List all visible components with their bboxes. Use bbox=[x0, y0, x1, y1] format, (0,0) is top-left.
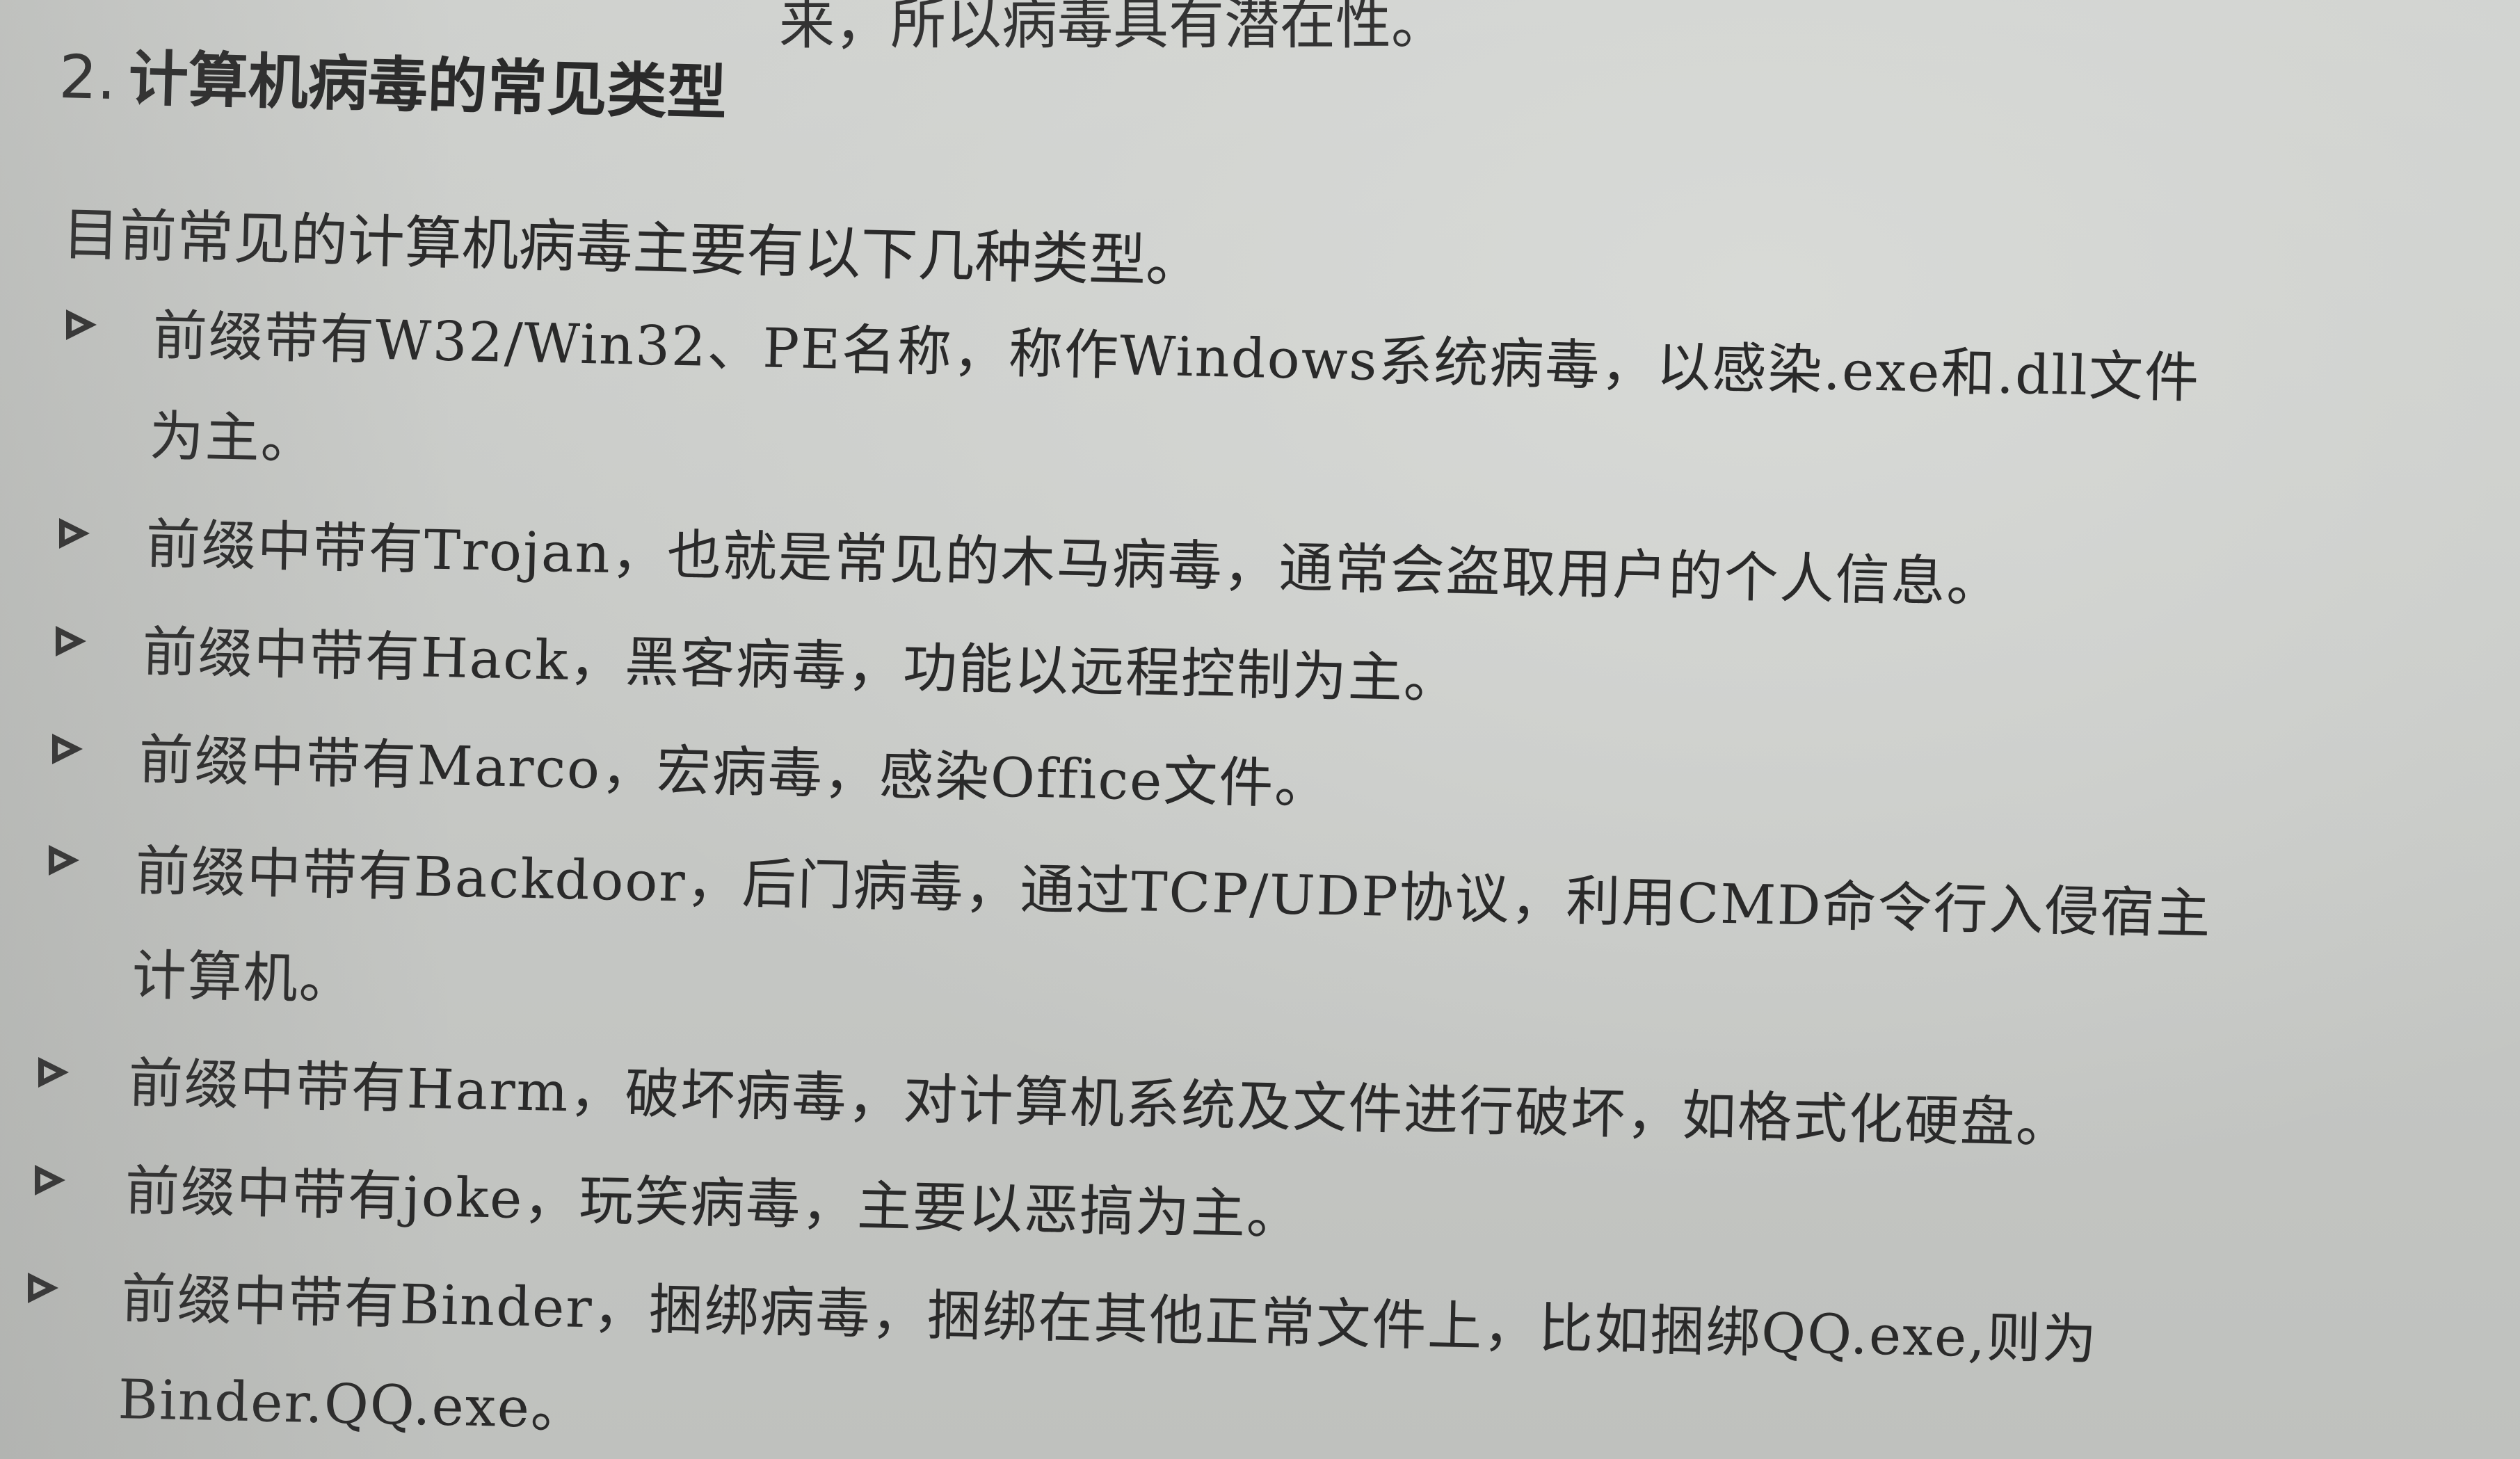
list-item-line: 前缀中带有Hack，黑客病毒，功能以远程控制为主。 bbox=[141, 621, 1460, 711]
arrow-bullet-icon bbox=[56, 626, 86, 656]
arrow-bullet-icon bbox=[35, 1165, 65, 1195]
section-number: 2. bbox=[58, 42, 118, 113]
list-item-line: 前缀中带有Trojan，也就是常见的木马病毒，通常会盗取用户的个人信息。 bbox=[145, 513, 2003, 615]
list-item-line: 前缀中带有joke，玩笑病毒，主要以恶搞为主。 bbox=[124, 1160, 1303, 1248]
intro-paragraph: 目前常见的计算机病毒主要有以下几种类型。 bbox=[61, 202, 1204, 296]
arrow-bullet-icon bbox=[52, 734, 83, 764]
section-title: 计算机病毒的常见类型 bbox=[127, 44, 728, 129]
previous-paragraph-fragment: 来，所以病毒具有潜在性。 bbox=[779, 0, 1447, 56]
list-item-line: 前缀中带有Harm，破坏病毒，对计算机系统及文件进行破坏，如格式化硬盘。 bbox=[127, 1052, 2072, 1156]
section-heading: 2. 计算机病毒的常见类型 bbox=[58, 28, 728, 131]
list-item-line: 前缀带有W32/Win32、PE名称，称作Windows系统病毒，以感染.exe… bbox=[152, 305, 2201, 410]
list-item-line: 前缀中带有Binder，捆绑病毒，捆绑在其他正常文件上，比如捆绑QQ.exe,则… bbox=[120, 1268, 2098, 1372]
list-item-continuation: Binder.QQ.exe。 bbox=[117, 1369, 587, 1442]
arrow-bullet-icon bbox=[49, 845, 79, 876]
arrow-bullet-icon bbox=[38, 1057, 69, 1088]
arrow-bullet-icon bbox=[66, 309, 97, 340]
arrow-bullet-icon bbox=[28, 1273, 58, 1303]
arrow-bullet-icon bbox=[59, 518, 90, 549]
book-page: 来，所以病毒具有潜在性。 2. 计算机病毒的常见类型 目前常见的计算机病毒主要有以… bbox=[0, 0, 2520, 1459]
list-item-line: 前缀中带有Marco，宏病毒，感染Office文件。 bbox=[138, 729, 1331, 816]
list-item-continuation: 为主。 bbox=[148, 405, 317, 472]
list-item-continuation: 计算机。 bbox=[131, 944, 355, 1012]
list-item-line: 前缀中带有Backdoor，后门病毒，通过TCP/UDP协议，利用CMD命令行入… bbox=[134, 840, 2213, 946]
